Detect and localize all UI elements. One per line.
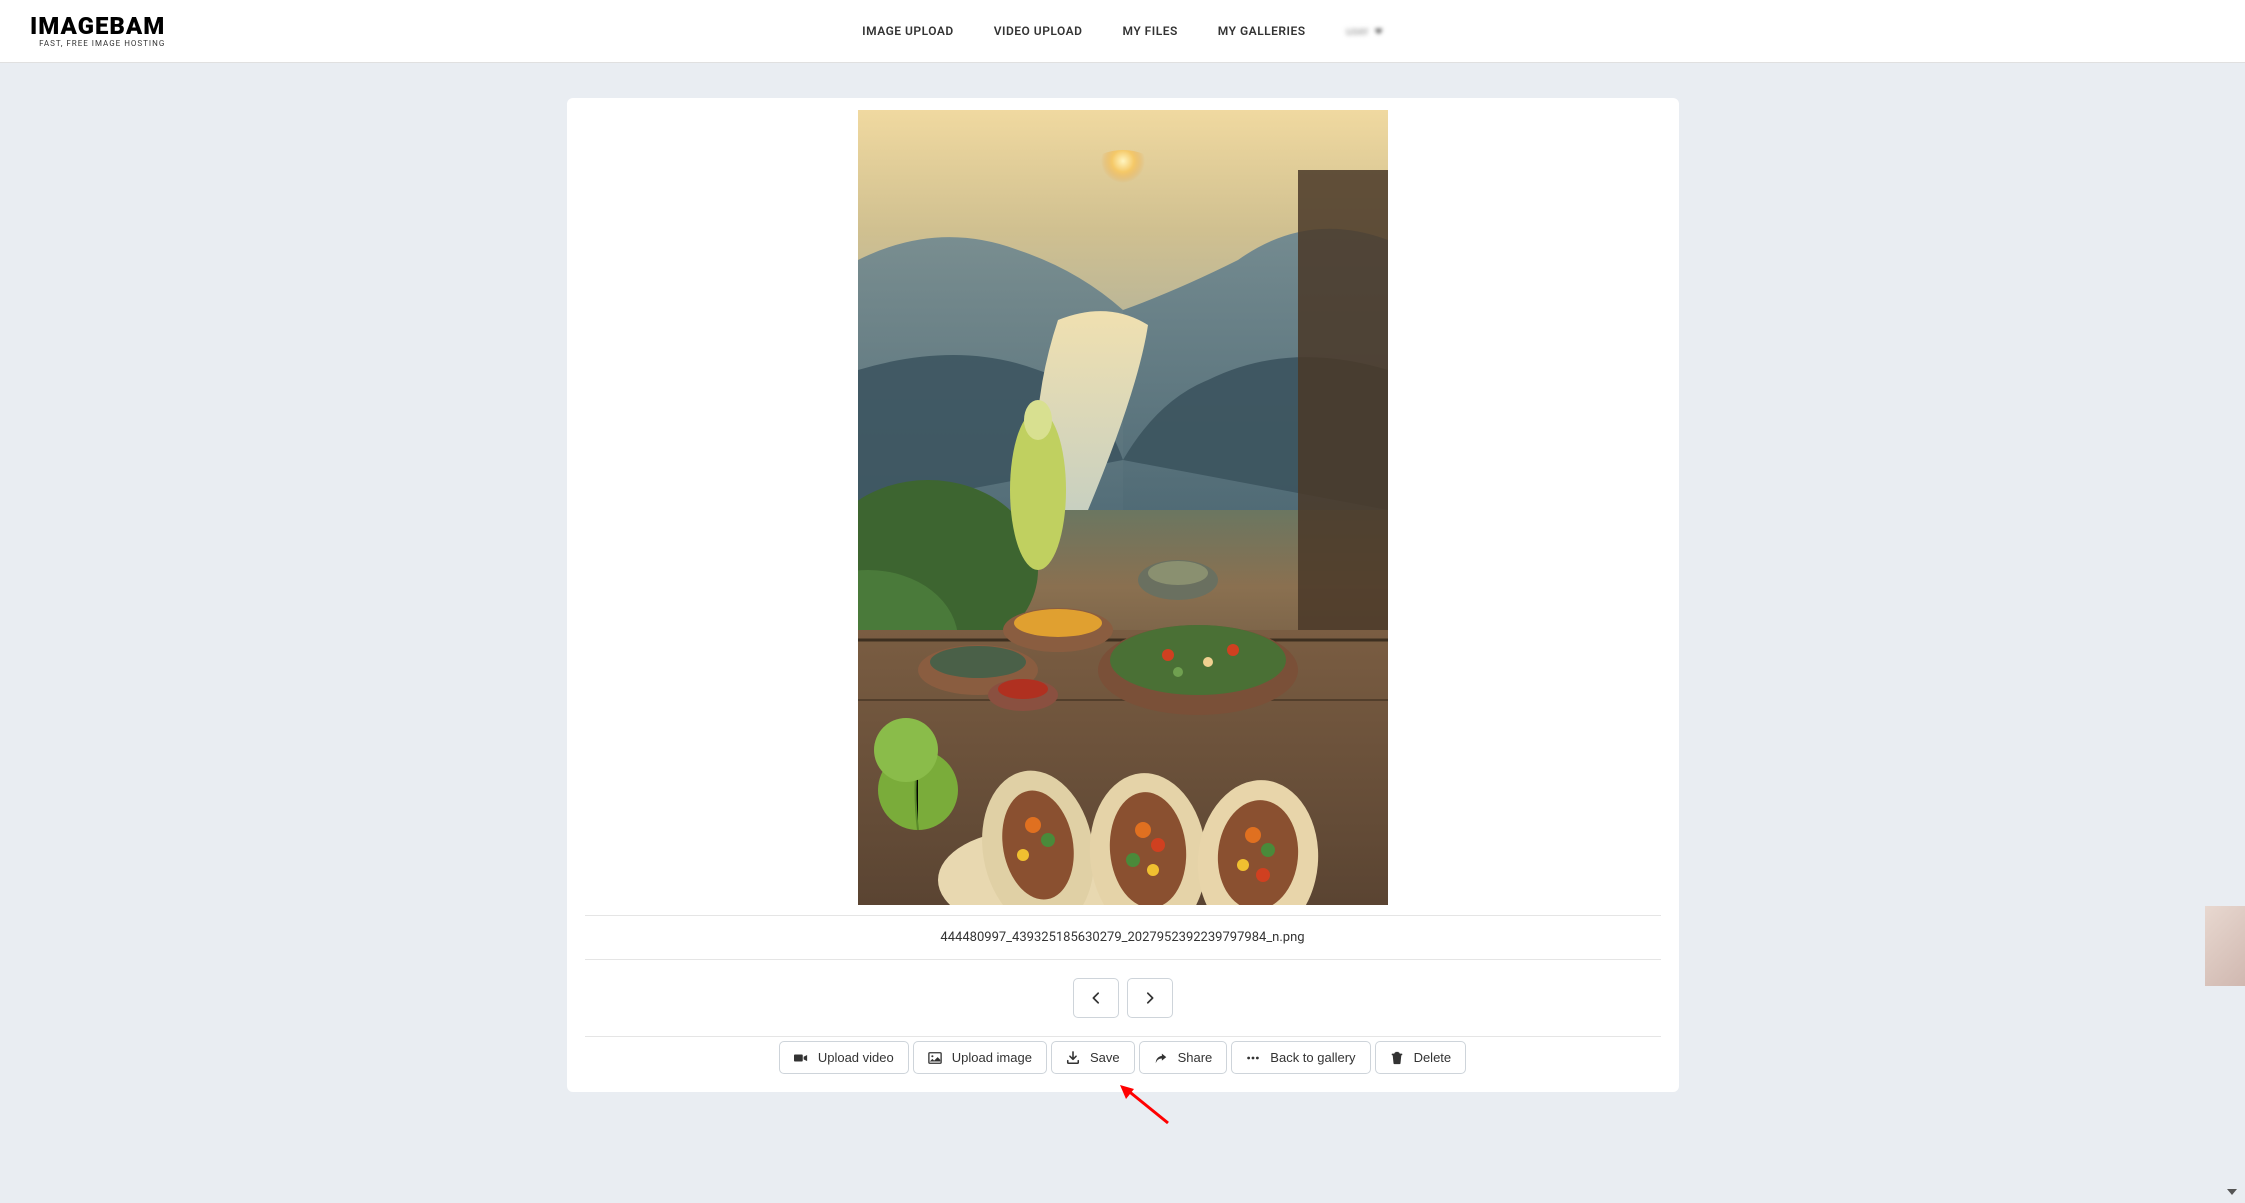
navigation-buttons <box>585 960 1661 1036</box>
delete-button[interactable]: Delete <box>1375 1041 1467 1074</box>
nav-image-upload[interactable]: IMAGE UPLOAD <box>862 24 954 38</box>
upload-video-button[interactable]: Upload video <box>779 1041 909 1074</box>
nav-my-files[interactable]: MY FILES <box>1122 24 1177 38</box>
chevron-down-icon <box>1375 29 1383 34</box>
content-area: 444480997_439325185630279_20279523922397… <box>0 63 2245 1127</box>
button-label: Save <box>1090 1050 1120 1065</box>
save-button[interactable]: Save <box>1051 1041 1135 1074</box>
button-label: Delete <box>1414 1050 1452 1065</box>
trash-icon <box>1390 1051 1404 1065</box>
main-image[interactable] <box>858 110 1388 905</box>
logo-tagline: FAST, FREE IMAGE HOSTING <box>30 40 165 48</box>
action-buttons: Upload video Upload image Save Share <box>585 1037 1661 1074</box>
button-label: Share <box>1178 1050 1213 1065</box>
user-menu-dropdown[interactable]: user <box>1346 24 1383 38</box>
image-card: 444480997_439325185630279_20279523922397… <box>567 98 1679 1092</box>
upload-image-button[interactable]: Upload image <box>913 1041 1047 1074</box>
logo-text: IMAGEBAM <box>30 14 165 38</box>
ellipsis-icon <box>1246 1051 1260 1065</box>
header: IMAGEBAM FAST, FREE IMAGE HOSTING IMAGE … <box>0 0 2245 63</box>
button-label: Upload video <box>818 1050 894 1065</box>
user-label: user <box>1346 24 1369 38</box>
chevron-left-icon <box>1089 991 1103 1005</box>
next-image-button[interactable] <box>1127 978 1173 1018</box>
image-container <box>585 110 1661 915</box>
side-thumbnail[interactable] <box>2205 906 2245 986</box>
button-label: Upload image <box>952 1050 1032 1065</box>
nav-video-upload[interactable]: VIDEO UPLOAD <box>994 24 1083 38</box>
image-icon <box>928 1051 942 1065</box>
button-label: Back to gallery <box>1270 1050 1355 1065</box>
back-to-gallery-button[interactable]: Back to gallery <box>1231 1041 1370 1074</box>
main-nav: IMAGE UPLOAD VIDEO UPLOAD MY FILES MY GA… <box>862 24 1383 38</box>
filename-label: 444480997_439325185630279_20279523922397… <box>585 916 1661 959</box>
download-icon <box>1066 1051 1080 1065</box>
share-button[interactable]: Share <box>1139 1041 1228 1074</box>
prev-image-button[interactable] <box>1073 978 1119 1018</box>
nav-my-galleries[interactable]: MY GALLERIES <box>1218 24 1306 38</box>
video-camera-icon <box>794 1051 808 1065</box>
share-icon <box>1154 1051 1168 1065</box>
scroll-down-indicator[interactable] <box>2227 1189 2237 1195</box>
chevron-right-icon <box>1143 991 1157 1005</box>
site-logo[interactable]: IMAGEBAM FAST, FREE IMAGE HOSTING <box>30 14 165 48</box>
